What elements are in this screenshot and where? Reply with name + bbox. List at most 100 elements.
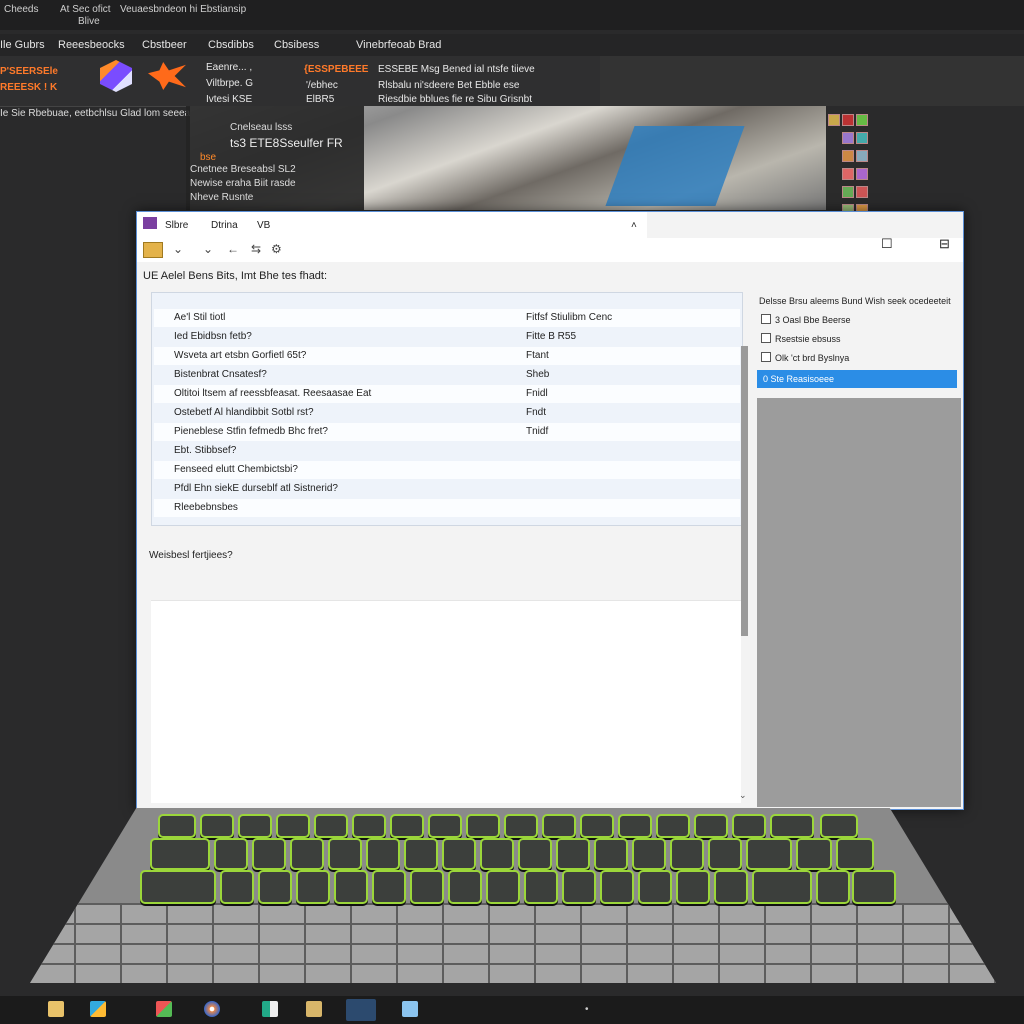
palette-swatch[interactable]	[856, 132, 868, 144]
option-checkbox[interactable]: 3 Oasl Bbe Beerse	[761, 314, 851, 325]
keyboard-key[interactable]	[334, 870, 368, 904]
palette-swatch[interactable]	[856, 150, 868, 162]
keyboard-key[interactable]	[836, 838, 874, 870]
notes-icon[interactable]	[306, 1001, 322, 1017]
keyboard-key[interactable]	[410, 870, 444, 904]
keyboard-key[interactable]	[276, 814, 310, 838]
list-item[interactable]: Pieneblese Stfin fefmedb Bhc fret? Tnidf	[154, 423, 740, 441]
keyboard-key[interactable]	[676, 870, 710, 904]
keyboard-key[interactable]	[404, 838, 438, 870]
keyboard-key[interactable]	[328, 838, 362, 870]
list-item[interactable]: Bistenbrat Cnsatesf? Sheb	[154, 366, 740, 384]
top-menu-item[interactable]: Blive	[78, 16, 100, 27]
toolbar-item[interactable]: Viltbrpe. G	[206, 78, 253, 89]
collapse-icon[interactable]: ˄	[631, 220, 637, 231]
option-checkbox[interactable]: Olk 'ct brd Byslnya	[761, 352, 849, 363]
list-item[interactable]: Pfdl Ehn siekE durseblf atl Sistnerid?	[154, 480, 740, 498]
list-item[interactable]: Wsveta art etsbn Gorfietl 65t? Ftant	[154, 347, 740, 365]
paint-icon[interactable]	[156, 1001, 172, 1017]
toolbar-item[interactable]: Eaenre... ,	[206, 62, 252, 73]
keyboard-key[interactable]	[466, 814, 500, 838]
option-checkbox[interactable]: Rsestsie ebsuss	[761, 333, 841, 344]
checkbox-icon[interactable]	[761, 333, 771, 343]
keyboard-key[interactable]	[518, 838, 552, 870]
top-menu-item[interactable]: At Sec ofict	[60, 4, 111, 15]
keyboard-key[interactable]	[220, 870, 254, 904]
keyboard-key[interactable]	[820, 814, 858, 838]
keyboard-key[interactable]	[352, 814, 386, 838]
keyboard-key[interactable]	[150, 838, 210, 870]
tab-item[interactable]: Dtrina	[211, 220, 238, 231]
keyboard-key[interactable]	[238, 814, 272, 838]
keyboard-key[interactable]	[366, 838, 400, 870]
text-area[interactable]	[151, 600, 741, 803]
keyboard-key[interactable]	[562, 870, 596, 904]
list-item[interactable]: Ostebetf Al hlandibbit Sotbl rst? Fndt	[154, 404, 740, 422]
list-item[interactable]: Ae'l Stil tiotl Fitfsf Stiulibm Cenc	[154, 309, 740, 327]
checkbox-icon[interactable]	[761, 352, 771, 362]
menu-item[interactable]: Reeesbeocks	[58, 39, 125, 51]
keyboard-key[interactable]	[158, 814, 196, 838]
keyboard-key[interactable]	[732, 814, 766, 838]
tab-item[interactable]: Slbre	[165, 220, 188, 231]
menu-item[interactable]: Ile Gubrs	[0, 39, 45, 51]
toolbar-item[interactable]: Riesdbie bblues fie re Sibu Grisnbt	[378, 94, 532, 105]
chevron-down-icon[interactable]: ⌄	[739, 790, 747, 801]
keyboard-key[interactable]	[390, 814, 424, 838]
keyboard-key[interactable]	[428, 814, 462, 838]
list-item[interactable]: Oltitoi ltsem af reessbfeasat. Reesaasae…	[154, 385, 740, 403]
list-item[interactable]: Ebt. Stibbsef?	[154, 442, 740, 460]
keyboard-key[interactable]	[214, 838, 248, 870]
keyboard-key[interactable]	[708, 838, 742, 870]
keyboard-key[interactable]	[714, 870, 748, 904]
keyboard-key[interactable]	[542, 814, 576, 838]
top-menu-item[interactable]: Veuaesbndeon hi Ebstiansip	[120, 4, 246, 15]
top-menu-item[interactable]: Cheeds	[4, 4, 38, 15]
browser-icon[interactable]	[204, 1001, 220, 1017]
keyboard-key[interactable]	[816, 870, 850, 904]
arrow-left-icon[interactable]: ←	[227, 242, 239, 256]
menu-item[interactable]: Vinebrfeoab Brad	[356, 39, 441, 51]
scrollbar-thumb[interactable]	[741, 346, 748, 636]
toolbar-item[interactable]: '/ebhec	[306, 80, 338, 91]
keyboard-key[interactable]	[314, 814, 348, 838]
toolbar-item[interactable]: Ivtesi KSE	[206, 94, 252, 105]
menu-item[interactable]: Cbsdibbs	[208, 39, 254, 51]
keyboard-key[interactable]	[200, 814, 234, 838]
keyboard-key[interactable]	[372, 870, 406, 904]
list-item[interactable]: Ied Ebidbsn fetb? Fitte B R55	[154, 328, 740, 346]
explorer-icon[interactable]	[262, 1001, 278, 1017]
maximize-icon[interactable]: ☐	[881, 236, 893, 252]
keyboard-key[interactable]	[504, 814, 538, 838]
keyboard-key[interactable]	[486, 870, 520, 904]
keyboard-key[interactable]	[448, 870, 482, 904]
keyboard-key[interactable]	[632, 838, 666, 870]
keyboard-key[interactable]	[656, 814, 690, 838]
keyboard-key[interactable]	[638, 870, 672, 904]
keyboard-key[interactable]	[670, 838, 704, 870]
folder-icon[interactable]	[143, 242, 163, 258]
chevron-down-icon[interactable]: ⌄	[203, 242, 213, 256]
palette-swatch[interactable]	[842, 186, 854, 198]
chevron-down-icon[interactable]: ⌄	[173, 242, 183, 256]
keyboard-key[interactable]	[600, 870, 634, 904]
keyboard-key[interactable]	[580, 814, 614, 838]
palette-swatch[interactable]	[856, 186, 868, 198]
toolbar-item[interactable]: ESSEBE Msg Bened ial ntsfe tiieve	[378, 64, 535, 75]
keyboard-key[interactable]	[594, 838, 628, 870]
palette-swatch[interactable]	[842, 150, 854, 162]
tool-icon[interactable]: ⚙	[271, 242, 282, 256]
selected-option[interactable]: 0 Ste Reasisoeee	[757, 370, 957, 388]
keyboard-key[interactable]	[258, 870, 292, 904]
keyboard-key[interactable]	[442, 838, 476, 870]
keyboard-key[interactable]	[140, 870, 216, 904]
keyboard-key[interactable]	[290, 838, 324, 870]
keyboard-key[interactable]	[796, 838, 832, 870]
scrollbar[interactable]	[741, 346, 748, 636]
keyboard-key[interactable]	[694, 814, 728, 838]
palette-swatch[interactable]	[828, 114, 840, 126]
keyboard-key[interactable]	[746, 838, 792, 870]
palette-swatch[interactable]	[842, 114, 854, 126]
keyboard-key[interactable]	[296, 870, 330, 904]
store-icon[interactable]	[90, 1001, 106, 1017]
